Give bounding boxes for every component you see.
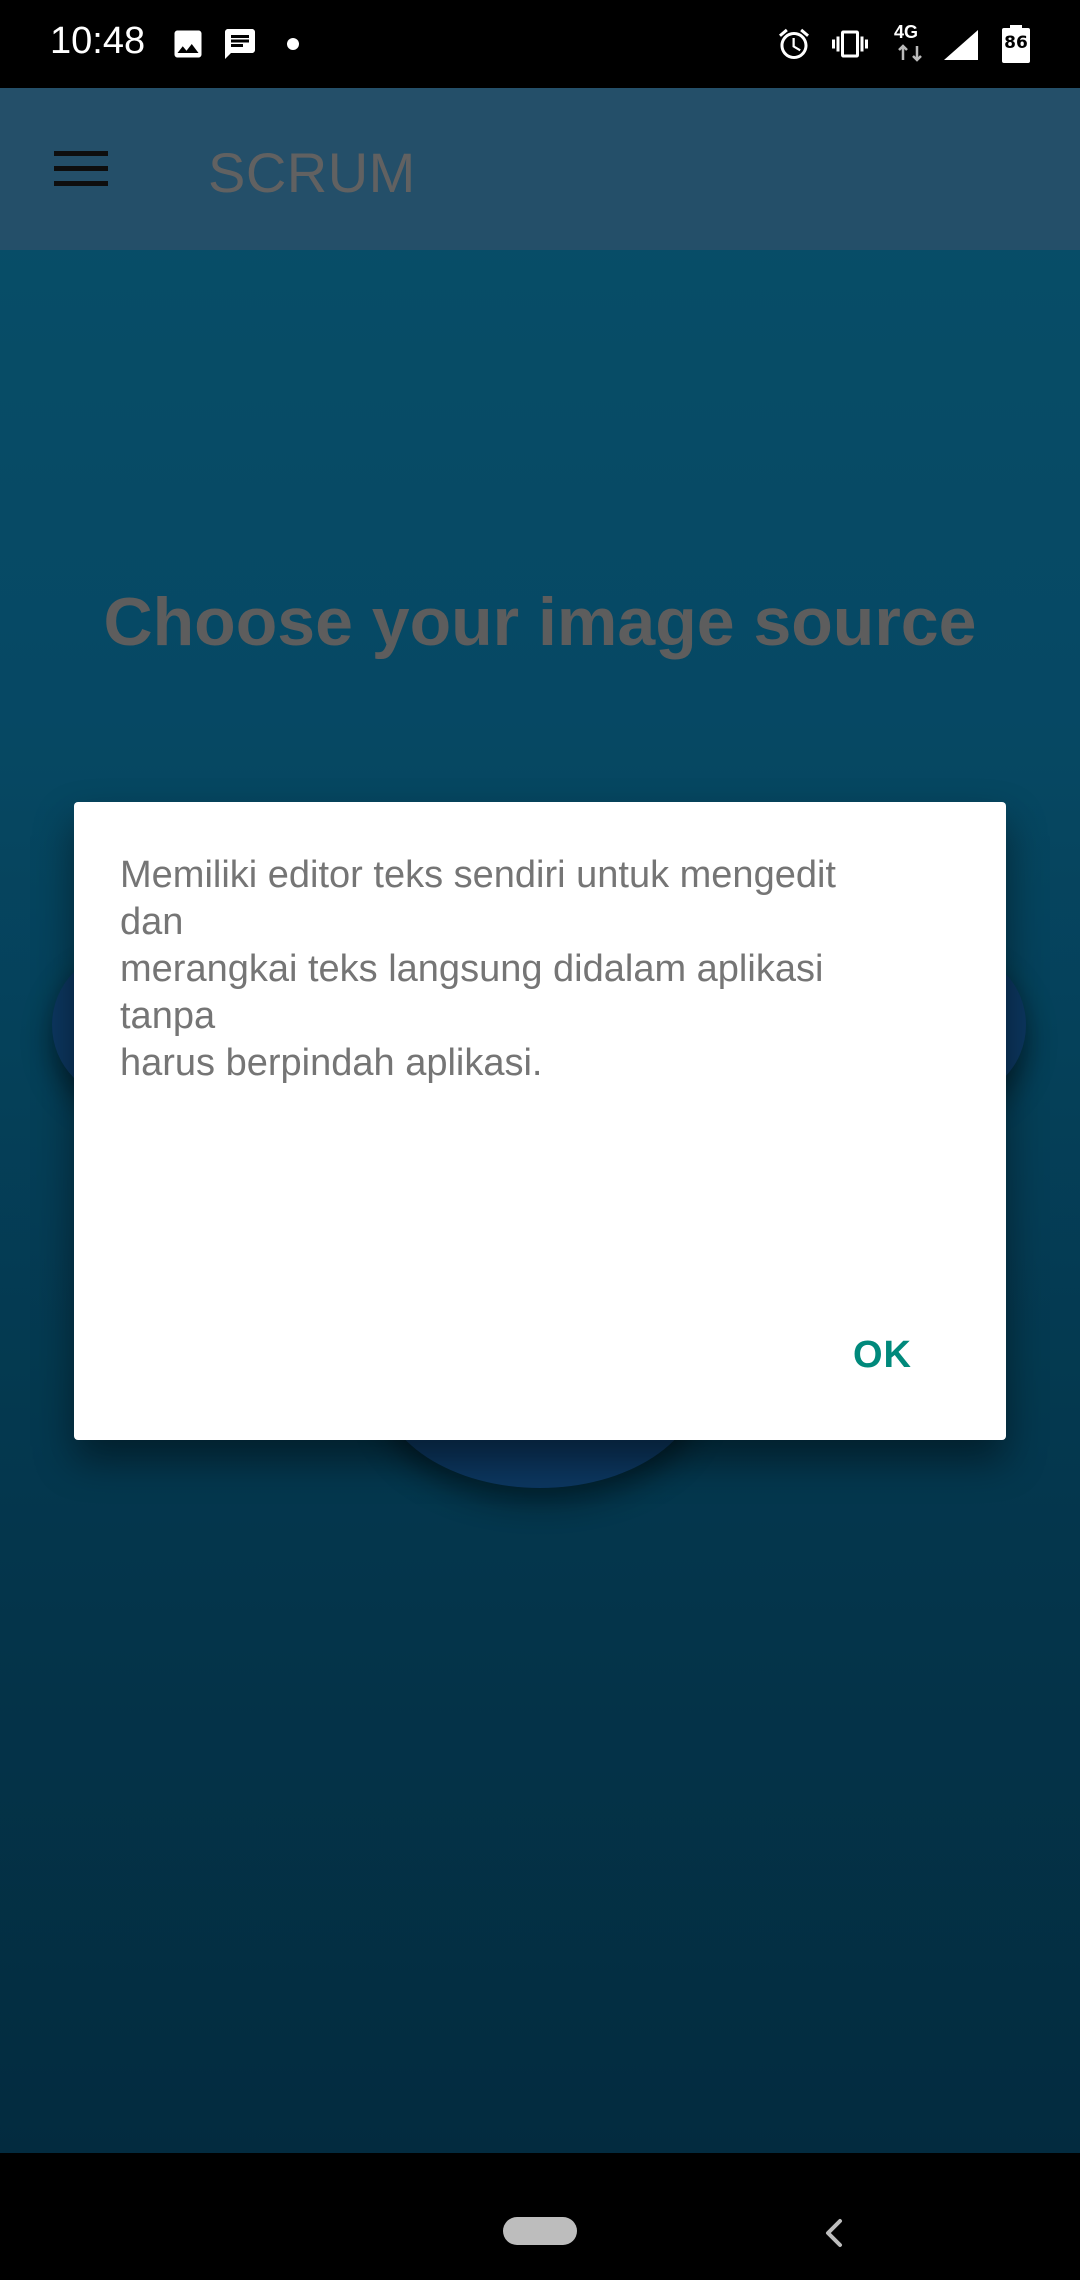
dialog-message: Memiliki editor teks sendiri untuk menge… bbox=[120, 854, 836, 1084]
status-time: 10:48 bbox=[50, 20, 146, 62]
dot-icon bbox=[287, 38, 299, 50]
vibrate-icon bbox=[832, 30, 868, 58]
screen: 10:48 4G 86 SCRUM Choose your image sour… bbox=[0, 0, 1080, 2280]
image-icon bbox=[174, 30, 202, 58]
network-4g-icon: 4G bbox=[892, 22, 930, 66]
message-icon bbox=[225, 29, 255, 59]
navigation-bar bbox=[0, 2153, 1080, 2280]
signal-icon bbox=[944, 30, 978, 60]
info-dialog: Memiliki editor teks sendiri untuk menge… bbox=[74, 802, 1006, 1440]
back-icon[interactable] bbox=[818, 2213, 850, 2253]
network-label: 4G bbox=[894, 22, 919, 42]
alarm-icon bbox=[779, 28, 809, 59]
home-pill-icon[interactable] bbox=[503, 2217, 577, 2245]
status-bar: 10:48 4G 86 bbox=[0, 0, 1080, 88]
battery-level: 86 bbox=[1004, 33, 1028, 53]
ok-button[interactable]: OK bbox=[853, 1334, 912, 1377]
